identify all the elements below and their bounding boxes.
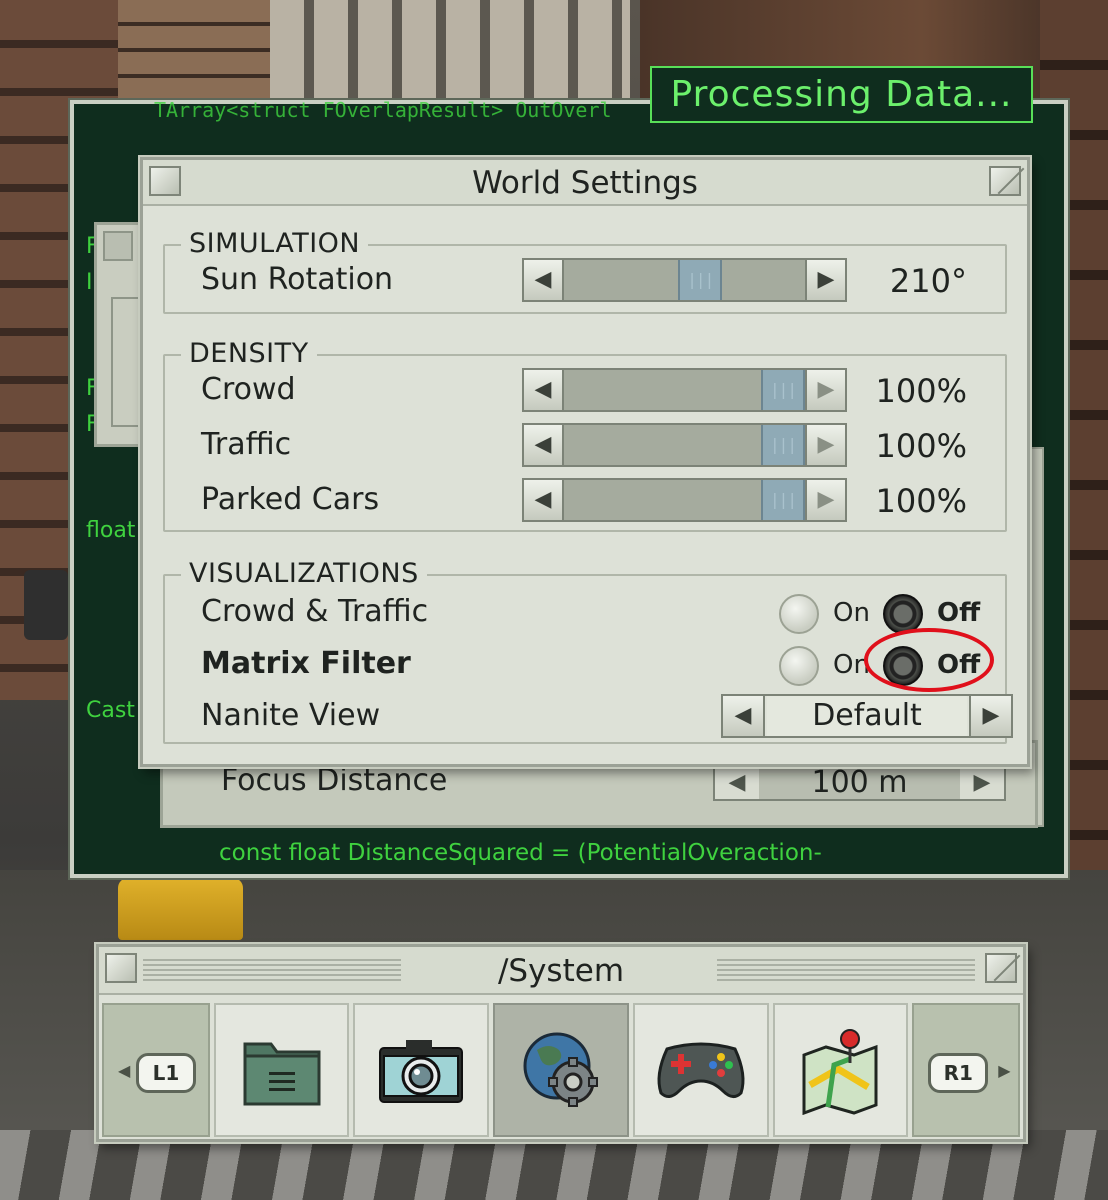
system-dock-window: /System ◀ L1 R1 ▶ [96,944,1026,1142]
arrow-right-icon[interactable]: ▶ [960,767,1004,799]
visualizations-section-label: VISUALIZATIONS [181,558,427,589]
dock-right-shoulder[interactable]: R1 ▶ [912,1003,1021,1137]
simulation-section-label: SIMULATION [181,228,369,259]
parked-cars-label: Parked Cars [201,482,380,517]
density-group: DENSITY Crowd ◀ ||| ▶ 100% Traffic ◀ |||… [163,338,1007,532]
slider-thumb[interactable]: ||| [678,260,723,300]
parked-car [24,570,68,640]
matrix-filter-on-radio[interactable] [779,646,819,686]
nanite-view-label: Nanite View [201,698,381,733]
crowd-label: Crowd [201,372,296,407]
slider-track[interactable]: ||| [564,480,805,520]
taxi-car [118,878,243,940]
arrow-left-icon[interactable]: ◀ [715,767,759,799]
chevron-right-icon: ▶ [998,1061,1011,1080]
dock-tile-controller[interactable] [632,1003,769,1137]
focus-distance-label: Focus Distance [221,763,448,798]
dock-tile-files[interactable] [213,1003,350,1137]
console-code-fragment: float [86,518,136,543]
simulation-group: SIMULATION Sun Rotation ◀ ||| ▶ 210° [163,228,1007,314]
slider-thumb[interactable]: ||| [761,480,805,520]
arrow-left-icon[interactable]: ◀ [524,370,564,410]
window-title: World Settings [472,165,698,201]
map-icon [802,1029,878,1115]
dock-left-shoulder[interactable]: ◀ L1 [102,1003,210,1137]
gamepad-icon [657,1042,745,1098]
titlebar-grooves [717,959,975,981]
nanite-view-value: Default [767,696,967,736]
panel-close-box [103,231,133,261]
focus-distance-stepper[interactable]: ◀ 100 m ▶ [713,765,1006,801]
background-building [270,0,630,100]
system-dock: ◀ L1 R1 ▶ [102,1003,1021,1137]
focus-distance-value: 100 m [811,765,908,800]
parked-cars-value: 100% [875,482,967,520]
arrow-left-icon[interactable]: ◀ [524,260,564,300]
traffic-label: Traffic [201,427,292,462]
console-code-fragment: Cast [86,698,135,723]
highlight-annotation-circle [864,628,994,692]
slider-track[interactable]: ||| [564,260,805,300]
window-titlebar[interactable]: /System [99,947,1023,995]
console-code-line: TArray<struct FOverlapResult> OutOverl [154,98,612,122]
arrow-left-icon[interactable]: ◀ [524,425,564,465]
sun-rotation-slider[interactable]: ◀ ||| ▶ [522,258,847,302]
console-code-line: const float DistanceSquared = (Potential… [219,840,822,866]
crowd-density-slider[interactable]: ◀ ||| ▶ [522,368,847,412]
background-building [118,0,273,100]
arrow-left-icon[interactable]: ◀ [524,480,564,520]
slider-track[interactable]: ||| [564,425,805,465]
window-titlebar[interactable]: World Settings [143,160,1027,206]
panel-inner-frame [111,297,141,427]
crowd-traffic-on-radio[interactable] [779,594,819,634]
slider-thumb[interactable]: ||| [761,370,805,410]
sun-rotation-value: 210° [889,262,967,300]
processing-status-banner: Processing Data... [650,66,1033,123]
arrow-left-icon[interactable]: ◀ [723,696,765,736]
matrix-filter-label: Matrix Filter [201,646,411,681]
world-settings-icon [523,1032,599,1107]
traffic-density-slider[interactable]: ◀ ||| ▶ [522,423,847,467]
crowd-traffic-on-label[interactable]: On [833,598,870,628]
crowd-value: 100% [875,372,967,410]
zoom-box-button[interactable] [985,953,1017,983]
density-section-label: DENSITY [181,338,317,369]
dock-tile-map[interactable] [772,1003,909,1137]
folder-icon [243,1042,321,1106]
slider-thumb[interactable]: ||| [761,425,805,465]
r1-button[interactable]: R1 [928,1053,989,1093]
arrow-right-icon[interactable]: ▶ [969,696,1011,736]
traffic-value: 100% [875,427,967,465]
zoom-box-button[interactable] [989,166,1021,196]
l1-button[interactable]: L1 [136,1053,196,1093]
slider-track[interactable]: ||| [564,370,805,410]
dock-tile-camera[interactable] [353,1003,490,1137]
parked-cars-slider[interactable]: ◀ ||| ▶ [522,478,847,522]
camera-icon [379,1040,464,1103]
nanite-view-stepper[interactable]: ◀ Default ▶ [721,694,1013,738]
sun-rotation-label: Sun Rotation [201,262,394,297]
chevron-left-icon: ◀ [118,1061,131,1080]
dock-tile-world-settings[interactable] [493,1003,629,1137]
crowd-traffic-label: Crowd & Traffic [201,594,429,629]
crowd-traffic-off-label[interactable]: Off [937,598,980,628]
